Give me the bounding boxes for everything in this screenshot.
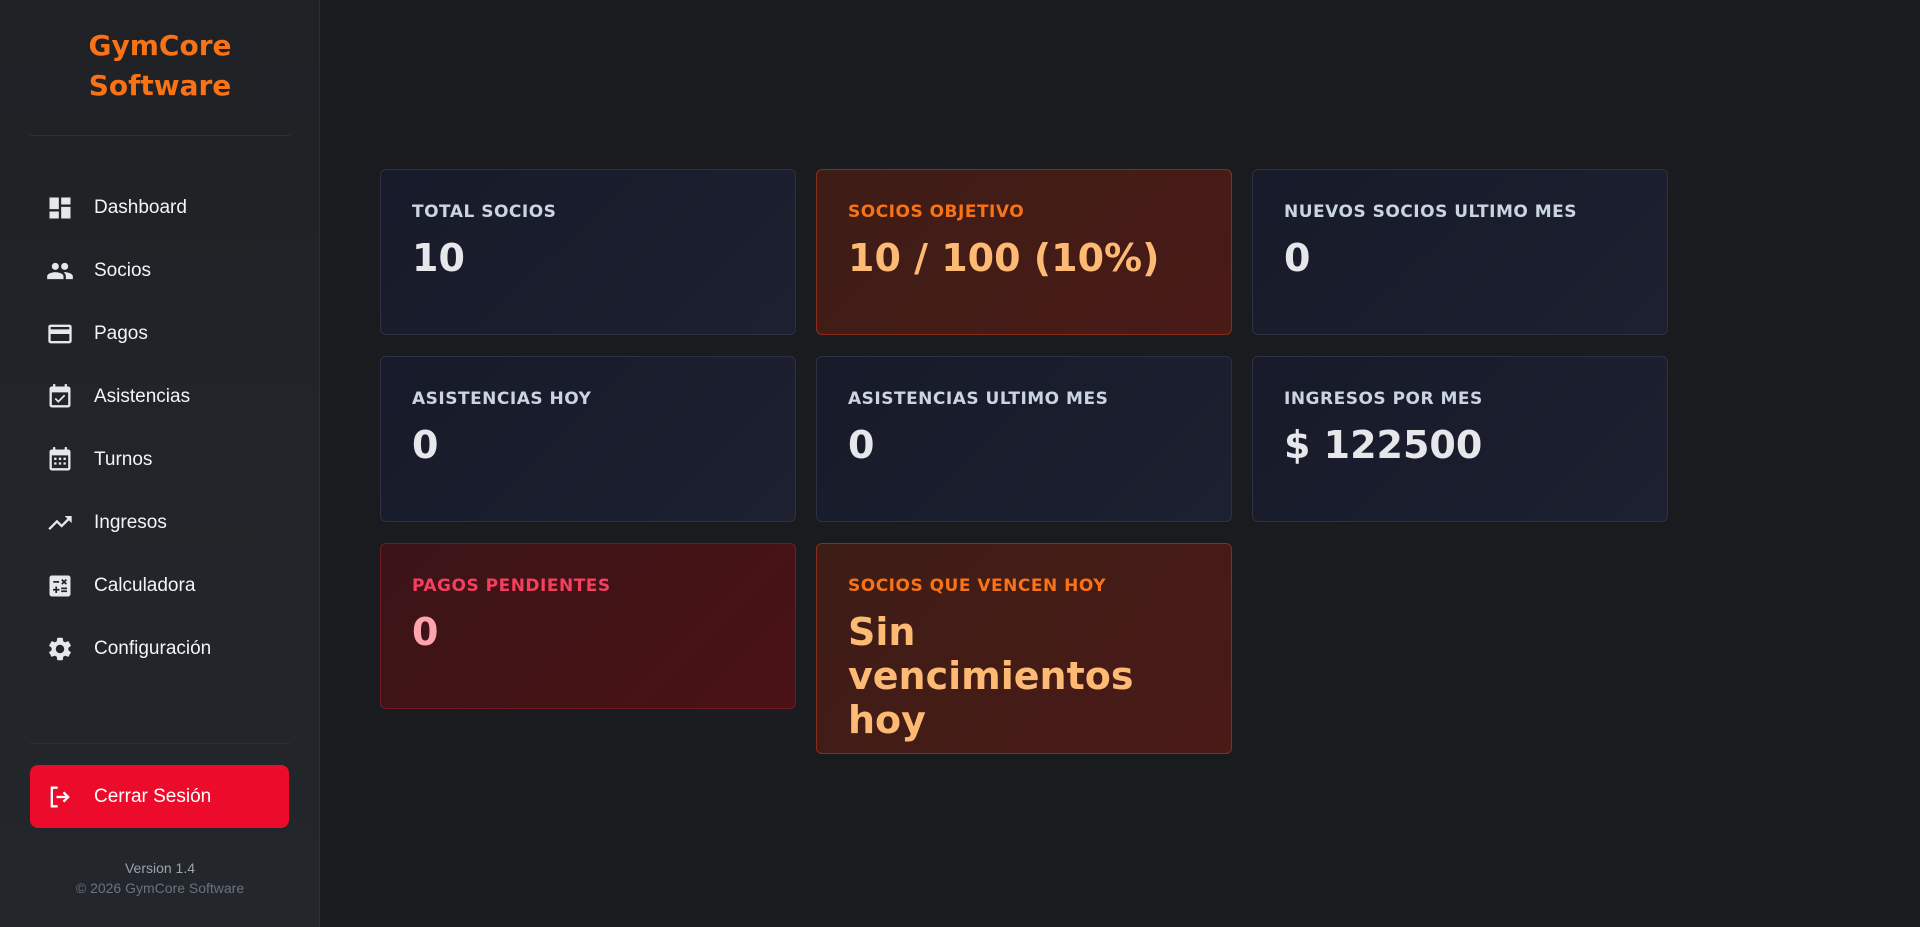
stat-card-ingresos-mes: INGRESOS POR MES $ 122500 [1252,356,1668,522]
calendar-grid-icon [46,446,74,474]
sidebar: GymCore Software Dashboard Socios Pagos [0,0,320,927]
brand-logo: GymCore Software [0,26,320,106]
people-icon [46,257,74,285]
sidebar-item-label: Asistencias [94,385,191,407]
stat-label: SOCIOS QUE VENCEN HOY [848,576,1107,596]
sidebar-item-label: Turnos [94,448,153,470]
stat-value: 10 / 100 (10%) [848,236,1160,280]
sidebar-item-label: Dashboard [94,196,187,218]
stat-label: TOTAL SOCIOS [412,202,557,222]
stat-card-vencen-hoy: SOCIOS QUE VENCEN HOY Sin vencimientos h… [816,543,1232,754]
sidebar-item-label: Pagos [94,322,148,344]
logout-button[interactable]: Cerrar Sesión [30,765,289,828]
sidebar-item-label: Socios [94,259,152,281]
stat-card-pagos-pendientes: PAGOS PENDIENTES 0 [380,543,796,709]
logout-label: Cerrar Sesión [94,785,212,807]
logout-icon [46,783,74,811]
sidebar-item-turnos[interactable]: Turnos [30,428,290,491]
sidebar-divider-bottom [30,743,290,744]
stat-label: INGRESOS POR MES [1284,389,1483,409]
credit-card-icon [46,320,74,348]
stat-card-total-socios: TOTAL SOCIOS 10 [380,169,796,335]
calendar-check-icon [46,383,74,411]
stat-value: Sin vencimientos hoy [848,610,1134,742]
version-text: Version 1.4 [124,860,196,876]
stat-card-asistencias-hoy: ASISTENCIAS HOY 0 [380,356,796,522]
stat-value: 0 [412,423,439,467]
stat-label: NUEVOS SOCIOS ULTIMO MES [1284,202,1578,222]
trending-up-icon [46,509,74,537]
dashboard-icon [46,194,74,222]
sidebar-item-configuracion[interactable]: Configuración [30,617,290,680]
sidebar-item-label: Calculadora [94,574,196,596]
gear-icon [46,635,74,663]
sidebar-item-ingresos[interactable]: Ingresos [30,491,290,554]
sidebar-item-label: Ingresos [94,511,167,533]
sidebar-item-socios[interactable]: Socios [30,239,290,302]
brand-line-1: GymCore [88,29,232,62]
sidebar-item-dashboard[interactable]: Dashboard [30,176,290,239]
stat-value: $ 122500 [1284,423,1483,467]
stat-label: SOCIOS OBJETIVO [848,202,1025,222]
sidebar-item-calculadora[interactable]: Calculadora [30,554,290,617]
stat-label: ASISTENCIAS ULTIMO MES [848,389,1109,409]
sidebar-nav: Dashboard Socios Pagos Asistencias Turno… [30,176,290,680]
stat-label: ASISTENCIAS HOY [412,389,592,409]
brand-line-2: Software [88,69,232,102]
stat-value: 0 [1284,236,1311,280]
sidebar-item-pagos[interactable]: Pagos [30,302,290,365]
calculator-icon [46,572,74,600]
copyright-text: © 2026 GymCore Software [75,880,245,896]
stat-card-asistencias-mes: ASISTENCIAS ULTIMO MES 0 [816,356,1232,522]
sidebar-item-label: Configuración [94,637,212,659]
stat-value: 0 [848,423,875,467]
sidebar-divider-top [30,135,290,136]
stat-card-nuevos-socios: NUEVOS SOCIOS ULTIMO MES 0 [1252,169,1668,335]
stat-value: 0 [412,610,439,654]
stat-card-socios-objetivo: SOCIOS OBJETIVO 10 / 100 (10%) [816,169,1232,335]
sidebar-item-asistencias[interactable]: Asistencias [30,365,290,428]
stat-label: PAGOS PENDIENTES [412,576,611,596]
stat-value: 10 [412,236,465,280]
